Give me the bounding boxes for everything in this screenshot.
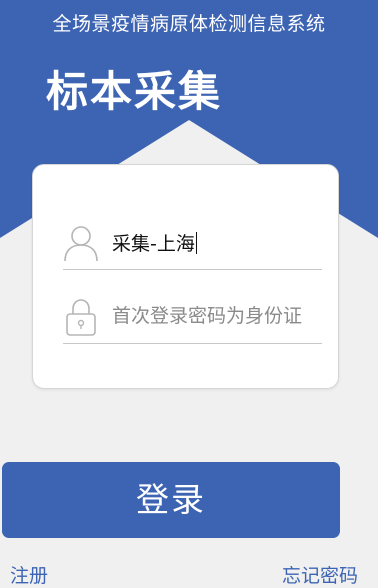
username-value: 采集-上海 <box>112 233 195 255</box>
login-button[interactable]: 登录 <box>2 462 340 538</box>
username-field[interactable]: 采集-上海 <box>63 217 322 270</box>
register-link[interactable]: 注册 <box>10 561 48 588</box>
password-field[interactable] <box>63 291 322 344</box>
app-title: 全场景疫情病原体检测信息系统 <box>52 13 326 35</box>
page-title: 标本采集 <box>46 67 223 116</box>
username-input[interactable]: 采集-上海 <box>112 229 198 256</box>
password-input[interactable] <box>112 299 322 333</box>
lock-icon <box>63 297 99 337</box>
login-card: 采集-上海 <box>32 164 339 389</box>
text-cursor <box>195 232 198 254</box>
forgot-password-link[interactable]: 忘记密码 <box>282 561 358 588</box>
user-icon <box>63 223 99 263</box>
